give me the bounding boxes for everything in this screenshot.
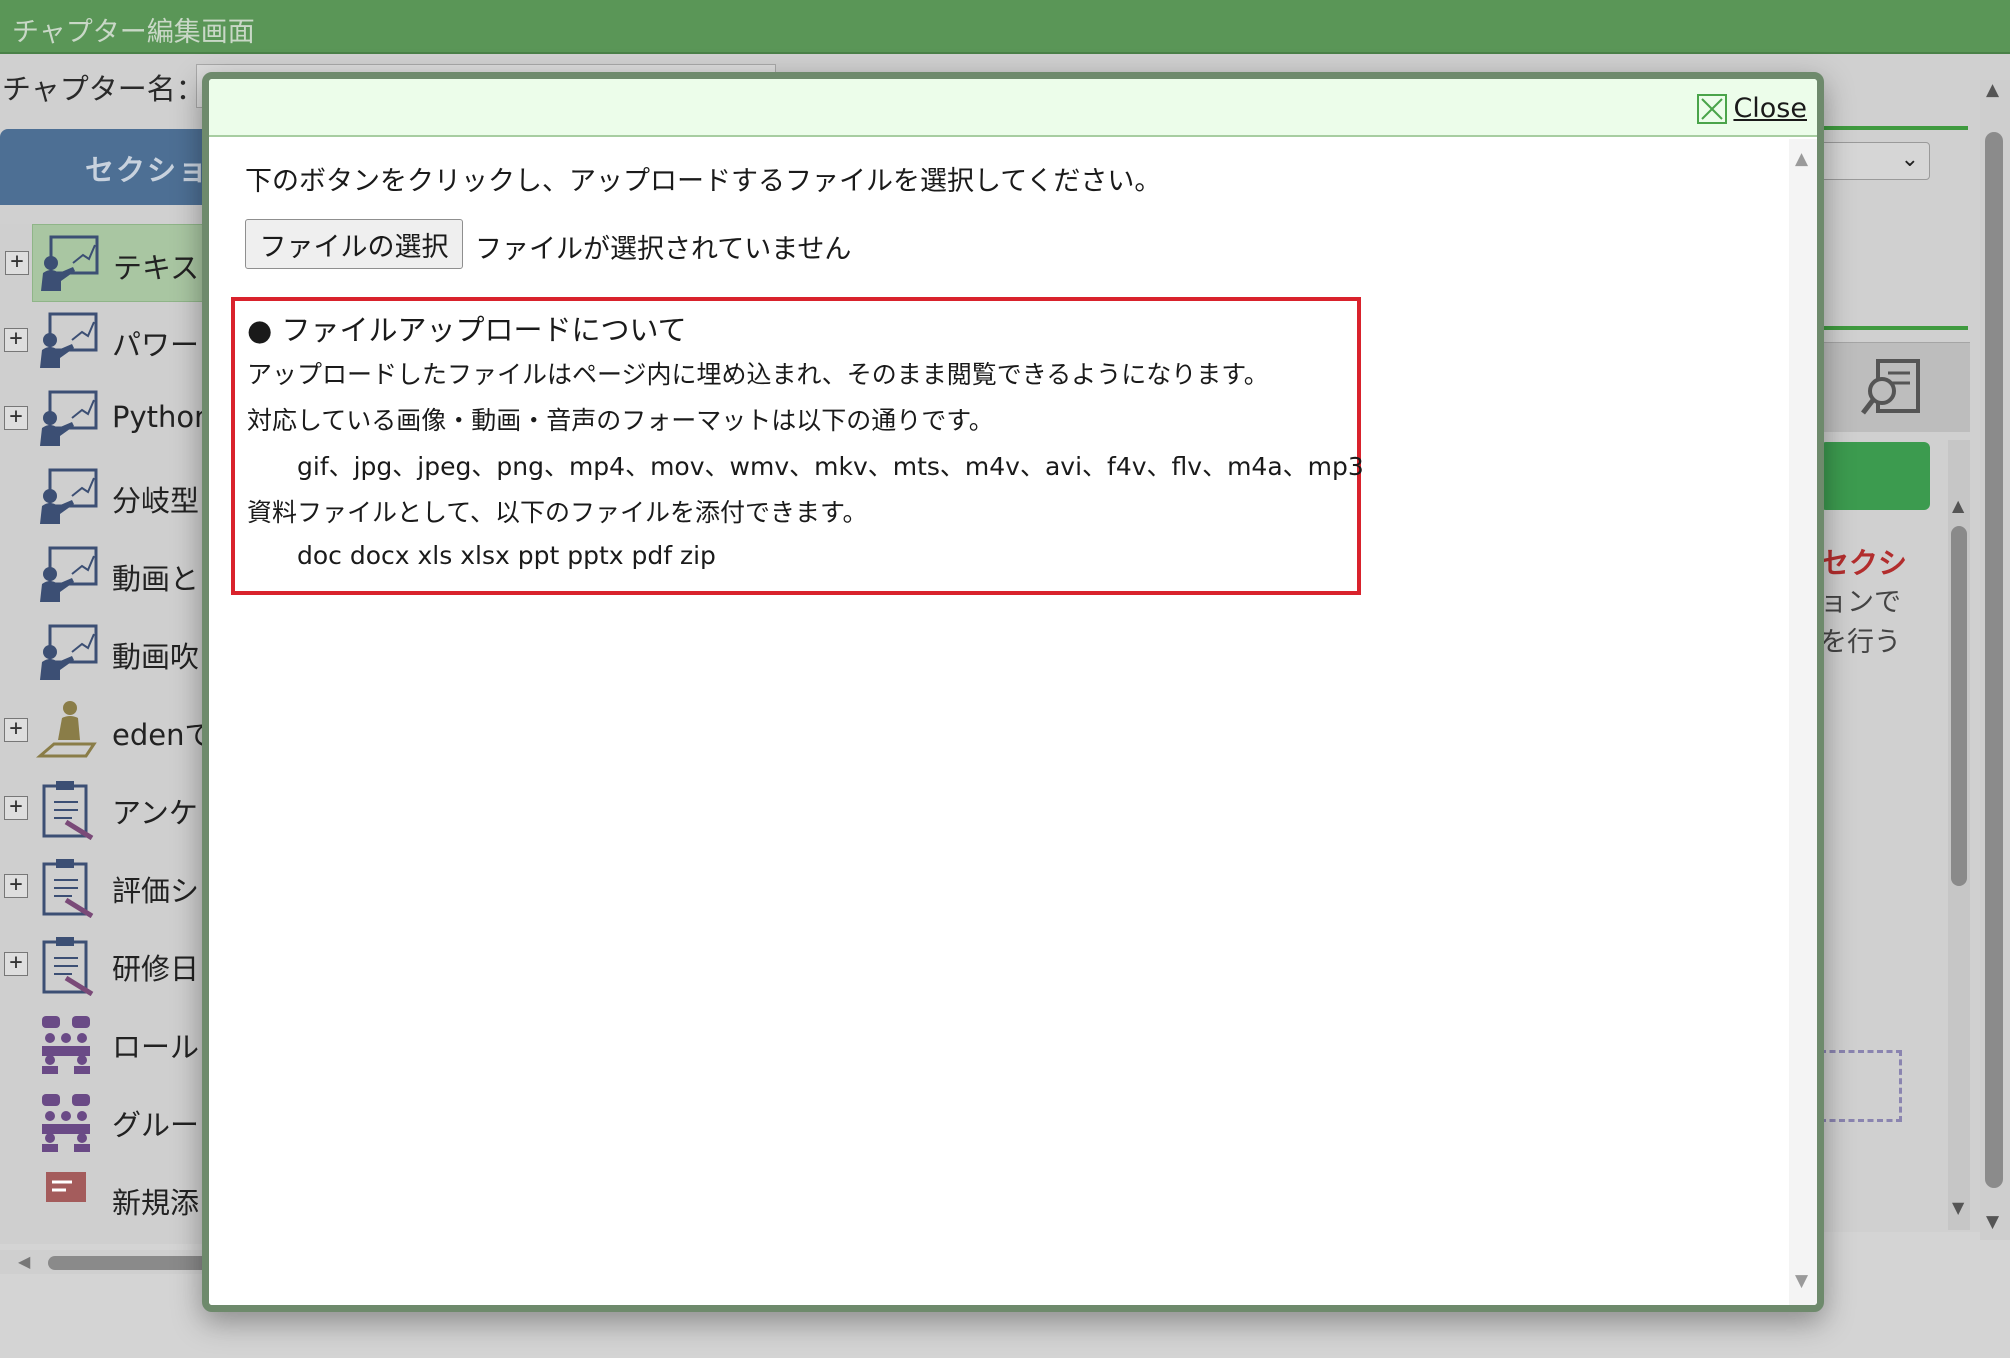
tree-item[interactable]: 動画吹: [0, 614, 230, 692]
scroll-down-arrow-icon[interactable]: ▼: [1986, 1212, 1999, 1232]
teacher-board-icon: [40, 312, 98, 368]
expand-plus-icon[interactable]: +: [4, 328, 28, 352]
clipboard-icon: [42, 937, 94, 996]
info-line: アップロードしたファイルはページ内に埋め込まれ、そのまま閲覧できるようになります…: [247, 360, 1269, 389]
panel-scrollbar[interactable]: ▲ ▼: [1948, 440, 1970, 1230]
expand-plus-icon[interactable]: +: [4, 952, 28, 976]
tree-item-label: 研修日: [112, 952, 200, 986]
close-label[interactable]: Close: [1733, 93, 1807, 124]
tree-item[interactable]: グルー: [0, 1082, 230, 1160]
scroll-down-arrow-icon[interactable]: ▼: [1795, 1271, 1808, 1291]
dialog-scrollbar[interactable]: ▲ ▼: [1789, 139, 1817, 1305]
scroll-thumb[interactable]: [48, 1256, 228, 1270]
document-search-icon[interactable]: [1860, 357, 1924, 419]
tree-item-label: パワー: [112, 328, 200, 362]
section-hint-title: セクシ: [1820, 546, 1908, 580]
info-line: 対応している画像・動画・音声のフォーマットは以下の通りです。: [247, 406, 994, 435]
dialog-body: 下のボタンをクリックし、アップロードするファイルを選択してください。 ファイルの…: [209, 139, 1803, 1305]
tree-item[interactable]: + 評価シ: [0, 848, 230, 926]
info-heading: ● ファイルアップロードについて: [247, 313, 687, 347]
tree-item-label: Python: [112, 400, 213, 434]
scroll-left-arrow-icon[interactable]: ◀: [18, 1252, 30, 1271]
section-tree: + テキス + パワー + Python 分岐型動画と動画吹 + edenで + アンケ + 評価シ + 研…: [0, 224, 230, 1244]
tree-item[interactable]: + アンケ: [0, 770, 230, 848]
attachment-icon: [46, 1172, 86, 1202]
scroll-thumb[interactable]: [1985, 132, 2003, 1188]
tree-item[interactable]: ロール: [0, 1004, 230, 1082]
file-status-text: ファイルが選択されていません: [475, 234, 852, 265]
tree-item-label: edenで: [112, 718, 214, 752]
expand-plus-icon[interactable]: +: [5, 251, 29, 275]
doc-formats: doc docx xls xlsx ppt pptx pdf zip: [297, 541, 716, 570]
tree-item-label: アンケ: [112, 796, 198, 830]
close-icon[interactable]: [1697, 93, 1728, 124]
tree-item-label: 評価シ: [112, 874, 200, 908]
tree-item[interactable]: + edenで: [0, 692, 230, 770]
drop-zone[interactable]: [1820, 1050, 1902, 1122]
tree-item-label: 新規添: [112, 1186, 200, 1220]
tree-item-label: 分岐型: [112, 484, 200, 518]
upload-info-box: ● ファイルアップロードについて アップロードしたファイルはページ内に埋め込まれ…: [231, 297, 1364, 595]
scroll-thumb[interactable]: [1951, 526, 1967, 886]
section-hint-line2: を行う: [1820, 627, 1901, 658]
divider: [1820, 126, 1968, 130]
teacher-board-icon: [40, 390, 98, 446]
right-pane: ⌄ セクシ ョンで を行う ▲ ▼ ▲ ▼: [1820, 60, 2010, 1240]
clipboard-icon: [42, 859, 94, 918]
upload-instruction: 下のボタンをクリックし、アップロードするファイルを選択してください。: [245, 166, 1162, 197]
tree-item-label: ロール: [112, 1030, 200, 1064]
tree-item-label: 動画と: [112, 562, 200, 596]
group-chat-icon: [42, 1016, 90, 1074]
section-hint-line1: ョンで: [1820, 587, 1901, 618]
window-titlebar: チャプター編集画面: [0, 0, 2010, 54]
scroll-up-arrow-icon[interactable]: ▲: [1795, 149, 1808, 169]
expand-plus-icon[interactable]: +: [4, 874, 28, 898]
dialog-header: Close: [209, 79, 1817, 137]
chapter-name-label: チャプター名：: [2, 72, 205, 106]
media-formats: gif、jpg、jpeg、png、mp4、mov、wmv、mkv、mts、m4v…: [297, 452, 1364, 481]
section-tab-label: セクショ: [85, 153, 210, 187]
scroll-up-arrow-icon[interactable]: ▲: [1952, 496, 1964, 515]
clipboard-icon: [42, 781, 94, 840]
tree-item-label: テキス: [113, 251, 200, 285]
tree-item[interactable]: + パワー: [0, 302, 230, 380]
close-button[interactable]: Close: [1697, 93, 1807, 124]
file-upload-dialog: Close 下のボタンをクリックし、アップロードするファイルを選択してください。…: [202, 72, 1824, 1312]
choose-file-button[interactable]: ファイルの選択: [245, 219, 463, 269]
expand-plus-icon[interactable]: +: [4, 406, 28, 430]
expand-plus-icon[interactable]: +: [4, 796, 28, 820]
tree-item[interactable]: 分岐型: [0, 458, 230, 536]
tree-horizontal-scrollbar[interactable]: ◀: [0, 1250, 230, 1274]
tree-item[interactable]: + テキス: [5, 224, 230, 302]
tree-item-label: グルー: [112, 1108, 200, 1142]
person-seated-icon: [36, 701, 97, 758]
scroll-down-arrow-icon[interactable]: ▼: [1952, 1198, 1964, 1217]
tree-item[interactable]: 動画と: [0, 536, 230, 614]
tree-item[interactable]: + Python: [0, 380, 230, 458]
tree-item[interactable]: 新規添: [0, 1160, 230, 1238]
teacher-board-icon: [40, 546, 98, 602]
window-title: チャプター編集画面: [12, 17, 255, 48]
tree-item[interactable]: + 研修日: [0, 926, 230, 1004]
teacher-board-icon: [40, 468, 98, 524]
chevron-down-icon: ⌄: [1900, 147, 1919, 172]
info-line: 資料ファイルとして、以下のファイルを添付できます。: [247, 498, 868, 527]
page-scrollbar[interactable]: ▲ ▼: [1980, 80, 2010, 1240]
section-tab[interactable]: セクショ: [0, 129, 230, 205]
add-section-button[interactable]: [1820, 442, 1930, 510]
expand-plus-icon[interactable]: +: [4, 718, 28, 742]
right-toolbar: [1820, 342, 1970, 432]
divider: [1820, 326, 1968, 330]
tree-item-label: 動画吹: [112, 640, 200, 674]
teacher-board-icon: [40, 624, 98, 680]
scroll-up-arrow-icon[interactable]: ▲: [1986, 80, 1999, 100]
group-chat-icon: [42, 1094, 90, 1152]
type-select[interactable]: ⌄: [1820, 142, 1930, 180]
teacher-board-icon: [41, 235, 99, 291]
